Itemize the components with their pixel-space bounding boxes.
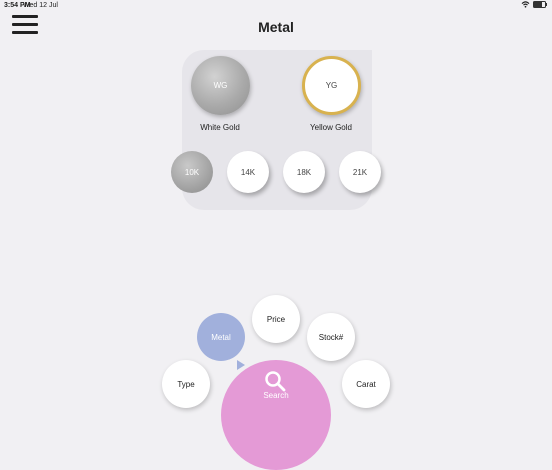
white-gold-label: White Gold	[200, 123, 240, 132]
status-date: Wed 12 Jul	[23, 2, 58, 9]
filter-price-label: Price	[266, 314, 286, 324]
filter-stock-button[interactable]: Stock#	[307, 313, 355, 361]
active-filter-pointer-icon	[237, 360, 245, 370]
page-title: Metal	[258, 19, 294, 35]
karat-14k-label: 14K	[240, 167, 256, 177]
white-gold-code: WG	[213, 81, 228, 90]
status-indicators	[521, 1, 547, 8]
karat-18k-label: 18K	[296, 167, 312, 177]
karat-10k-label: 10K	[184, 167, 200, 177]
karat-14k-button[interactable]: 14K	[227, 151, 269, 193]
wifi-icon	[521, 1, 530, 8]
karat-21k-label: 21K	[352, 167, 368, 177]
karat-18k-button[interactable]: 18K	[283, 151, 325, 193]
filter-type-button[interactable]: Type	[162, 360, 210, 408]
filter-type-label: Type	[177, 379, 195, 389]
search-icon	[265, 371, 286, 392]
battery-level	[534, 2, 542, 7]
yellow-gold-button[interactable]: YG	[302, 56, 361, 115]
search-label: Search	[263, 391, 289, 400]
filter-metal-label: Metal	[211, 332, 231, 342]
yellow-gold-code: YG	[325, 81, 338, 90]
filter-price-button[interactable]: Price	[252, 295, 300, 343]
filter-carat-button[interactable]: Carat	[342, 360, 390, 408]
filter-metal-button[interactable]: Metal	[197, 313, 245, 361]
karat-10k-button[interactable]: 10K	[171, 151, 213, 193]
yellow-gold-label: Yellow Gold	[310, 123, 352, 132]
filter-carat-label: Carat	[356, 379, 376, 389]
white-gold-button[interactable]: WG	[191, 56, 250, 115]
battery-icon	[533, 1, 547, 8]
karat-21k-button[interactable]: 21K	[339, 151, 381, 193]
filter-stock-label: Stock#	[318, 332, 344, 342]
